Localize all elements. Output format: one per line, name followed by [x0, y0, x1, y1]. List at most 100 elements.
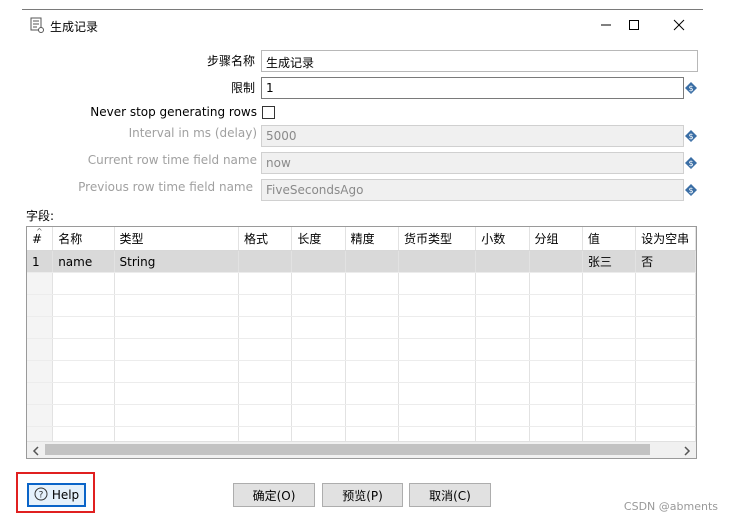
variable-diamond-icon[interactable]: $	[685, 130, 697, 142]
table-cell[interactable]	[114, 272, 240, 295]
table-cell[interactable]	[238, 250, 293, 273]
step-name-input[interactable]: 生成记录	[261, 50, 698, 72]
table-cell[interactable]	[529, 272, 583, 295]
table-cell[interactable]	[398, 404, 477, 427]
table-cell[interactable]	[635, 316, 696, 339]
table-cell[interactable]	[529, 250, 583, 273]
table-cell[interactable]	[291, 316, 346, 339]
table-cell[interactable]	[398, 316, 477, 339]
column-header[interactable]: 名称	[52, 227, 115, 251]
interval-input[interactable]: 5000	[261, 125, 684, 147]
table-cell[interactable]	[291, 360, 346, 383]
table-cell[interactable]: 否	[635, 250, 696, 273]
empty-table-row[interactable]	[27, 316, 696, 339]
cancel-button[interactable]: 取消(C)	[409, 483, 491, 507]
table-cell[interactable]	[475, 360, 530, 383]
fields-table[interactable]: # ^ 名称 类型 格式 长度 精度 货币类型 小数 分组 值 设为空串 1 na…	[26, 226, 697, 459]
table-cell[interactable]	[635, 404, 696, 427]
empty-table-row[interactable]	[27, 338, 696, 361]
table-cell[interactable]	[398, 338, 477, 361]
table-row[interactable]: 1 name String 张三 否	[27, 250, 696, 273]
table-cell[interactable]	[475, 382, 530, 405]
table-cell[interactable]	[529, 382, 583, 405]
column-header[interactable]: 值	[582, 227, 637, 251]
scroll-left-icon[interactable]	[31, 445, 41, 456]
table-cell[interactable]	[345, 272, 399, 295]
column-header[interactable]: 货币类型	[398, 227, 477, 251]
horizontal-scrollbar[interactable]	[27, 441, 696, 458]
table-cell[interactable]	[52, 338, 115, 361]
table-cell[interactable]	[52, 360, 115, 383]
table-cell[interactable]	[398, 250, 477, 273]
table-cell[interactable]: name	[52, 250, 115, 273]
help-button[interactable]: ? Help	[27, 483, 86, 507]
table-cell[interactable]	[114, 360, 240, 383]
variable-diamond-icon[interactable]: $	[685, 82, 697, 94]
variable-diamond-icon[interactable]: $	[685, 157, 697, 169]
table-cell[interactable]	[475, 338, 530, 361]
table-cell[interactable]	[475, 250, 530, 273]
table-cell[interactable]	[238, 316, 293, 339]
table-cell[interactable]	[529, 316, 583, 339]
table-cell[interactable]	[582, 338, 637, 361]
limit-input[interactable]: 1	[261, 77, 684, 99]
table-cell[interactable]	[529, 338, 583, 361]
table-cell[interactable]	[291, 338, 346, 361]
current-time-field-input[interactable]: now	[261, 152, 684, 174]
empty-table-row[interactable]	[27, 404, 696, 427]
close-button[interactable]	[659, 14, 699, 36]
table-cell[interactable]	[291, 382, 346, 405]
table-cell[interactable]	[52, 272, 115, 295]
table-cell[interactable]	[398, 382, 477, 405]
table-cell[interactable]	[345, 316, 399, 339]
column-header[interactable]: 格式	[238, 227, 293, 251]
preview-button[interactable]: 预览(P)	[322, 483, 403, 507]
column-header[interactable]: 小数	[475, 227, 530, 251]
column-header[interactable]: 分组	[529, 227, 583, 251]
table-cell[interactable]	[345, 404, 399, 427]
table-cell[interactable]	[345, 338, 399, 361]
table-cell[interactable]	[345, 294, 399, 317]
table-cell[interactable]	[529, 360, 583, 383]
table-cell[interactable]	[475, 294, 530, 317]
table-cell[interactable]	[291, 272, 346, 295]
table-cell[interactable]	[529, 294, 583, 317]
table-cell[interactable]	[114, 404, 240, 427]
table-cell[interactable]	[582, 382, 637, 405]
table-cell[interactable]	[635, 360, 696, 383]
ok-button[interactable]: 确定(O)	[233, 483, 315, 507]
table-cell[interactable]	[238, 338, 293, 361]
empty-table-row[interactable]	[27, 382, 696, 405]
scrollbar-thumb[interactable]	[45, 444, 650, 455]
table-cell[interactable]	[291, 294, 346, 317]
empty-table-row[interactable]	[27, 272, 696, 295]
table-cell[interactable]	[291, 404, 346, 427]
empty-table-row[interactable]	[27, 294, 696, 317]
table-cell[interactable]	[345, 250, 399, 273]
column-header[interactable]: 精度	[345, 227, 399, 251]
table-cell[interactable]	[114, 316, 240, 339]
table-cell[interactable]	[52, 404, 115, 427]
table-cell[interactable]	[475, 316, 530, 339]
table-cell[interactable]	[475, 404, 530, 427]
column-header[interactable]: 设为空串	[635, 227, 696, 251]
column-header[interactable]: 类型	[114, 227, 240, 251]
empty-table-row[interactable]	[27, 360, 696, 383]
maximize-button[interactable]	[614, 14, 654, 36]
table-cell[interactable]	[52, 294, 115, 317]
table-cell[interactable]	[582, 316, 637, 339]
table-cell[interactable]	[114, 382, 240, 405]
table-cell[interactable]	[635, 294, 696, 317]
variable-diamond-icon[interactable]: $	[685, 184, 697, 196]
column-header[interactable]: # ^	[27, 227, 54, 251]
table-cell[interactable]	[582, 272, 637, 295]
table-cell[interactable]	[238, 360, 293, 383]
table-cell[interactable]	[114, 338, 240, 361]
table-cell[interactable]	[114, 294, 240, 317]
table-cell[interactable]	[345, 360, 399, 383]
table-cell[interactable]	[475, 272, 530, 295]
table-cell[interactable]	[291, 250, 346, 273]
scroll-right-icon[interactable]	[682, 445, 692, 456]
previous-time-field-input[interactable]: FiveSecondsAgo	[261, 179, 684, 201]
table-cell[interactable]	[398, 294, 477, 317]
